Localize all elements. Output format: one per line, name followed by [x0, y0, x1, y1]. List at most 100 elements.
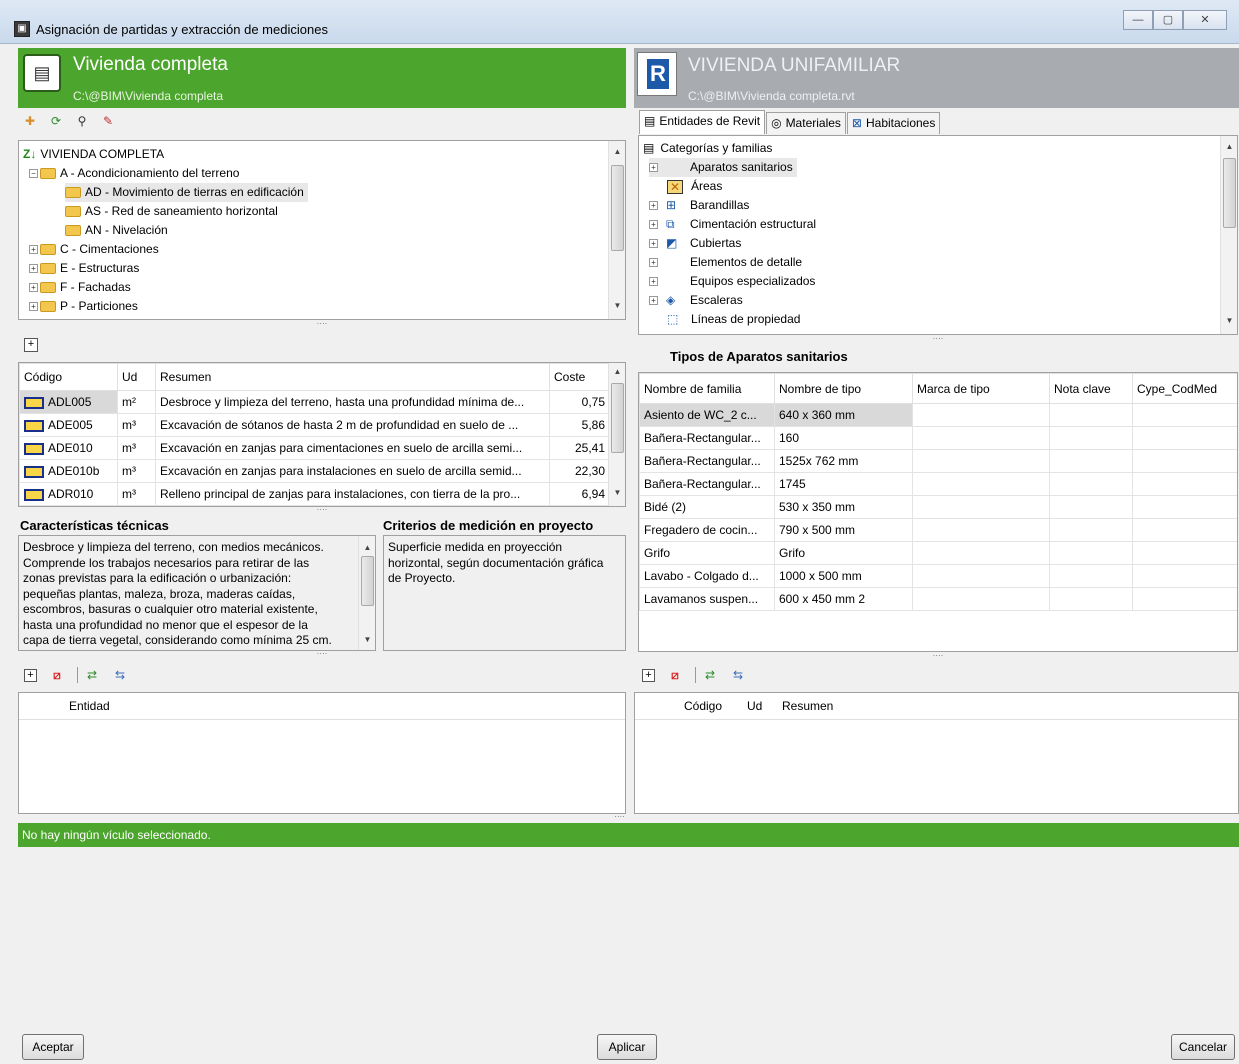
tree-item[interactable]: + ◈ Escaleras — [649, 291, 743, 310]
tree-scrollbar[interactable]: ▲ ▼ — [608, 141, 625, 319]
window-title: Asignación de partidas y extracción de m… — [36, 22, 328, 37]
tech-scrollbar[interactable]: ▲ ▼ — [358, 536, 375, 650]
refresh-icon[interactable]: ⟳ — [48, 113, 64, 129]
table-row[interactable]: Fregadero de cocin... 790 x 500 mm — [639, 518, 1237, 542]
link-view-icon[interactable]: ⇆ — [730, 667, 746, 683]
table-row[interactable]: ADE005 m³ Excavación de sótanos de hasta… — [19, 413, 610, 437]
tab-habitaciones[interactable]: ⊠ Habitaciones — [846, 112, 941, 134]
clear-icon[interactable]: ✎ — [100, 113, 116, 129]
col-coste[interactable]: Coste — [549, 363, 610, 391]
tree-item[interactable]: + E - Estructuras — [29, 259, 139, 278]
table-row[interactable]: Bañera-Rectangular... 1525x 762 mm — [639, 449, 1237, 473]
tree-item-selected[interactable]: + Aparatos sanitarios — [649, 158, 797, 177]
property-line-icon: ⬚ — [667, 312, 679, 326]
revit-tree-scrollbar[interactable]: ▲ ▼ — [1220, 136, 1237, 334]
expand-icon: + — [29, 245, 38, 255]
tree-item[interactable]: + Elementos de detalle — [649, 253, 802, 272]
cancel-button[interactable]: Cancelar — [1171, 1034, 1235, 1060]
tree-item[interactable]: + ⧉ Cimentación estructural — [649, 215, 816, 234]
tree-item[interactable]: − A - Acondicionamiento del terreno — [29, 164, 239, 183]
tree-item-selected[interactable]: AD - Movimiento de tierras en edificació… — [65, 183, 308, 202]
col-keynote[interactable]: Nota clave — [1049, 373, 1133, 404]
tree-root[interactable]: Z↓ VIVIENDA COMPLETA — [23, 145, 164, 164]
expand-all-icon[interactable]: + — [24, 338, 38, 352]
minimize-button[interactable]: — — [1123, 10, 1153, 30]
table-row[interactable]: Bañera-Rectangular... 1745 — [639, 472, 1237, 496]
splitter[interactable]: ···· — [638, 652, 1238, 660]
col-ud[interactable]: Ud — [117, 363, 156, 391]
stairs-icon: ◈ — [666, 293, 676, 307]
tree-item[interactable]: + P - Particiones — [29, 297, 138, 316]
item-icon — [24, 465, 44, 478]
tree-item[interactable]: + Equipos especializados — [649, 272, 815, 291]
table-row[interactable]: Lavabo - Colgado d... 1000 x 500 mm — [639, 564, 1237, 588]
expand-icon: + — [29, 302, 38, 312]
add-icon[interactable]: + — [24, 668, 37, 682]
col-codigo[interactable]: Código — [19, 363, 118, 391]
chapters-tree: Z↓ VIVIENDA COMPLETA − A - Acondicionamien… — [18, 140, 626, 320]
tech-text: Desbroce y limpieza del terreno, con med… — [18, 535, 376, 651]
col-ud[interactable]: Ud — [747, 699, 762, 713]
table-row[interactable]: Asiento de WC_2 c... 640 x 360 mm — [639, 403, 1237, 427]
table-row[interactable]: ADR010 m³ Relleno principal de zanjas pa… — [19, 482, 610, 506]
tree-item[interactable]: + C - Cimentaciones — [29, 240, 159, 259]
link-view-icon[interactable]: ⇆ — [112, 667, 128, 683]
col-type[interactable]: Nombre de tipo — [774, 373, 913, 404]
tree-item[interactable]: ✕ Áreas — [667, 177, 722, 196]
close-button[interactable]: ✕ — [1183, 10, 1227, 30]
col-resumen[interactable]: Resumen — [155, 363, 550, 391]
delete-icon[interactable]: ⧄ — [49, 667, 65, 683]
table-row[interactable]: Grifo Grifo — [639, 541, 1237, 565]
project-title: Vivienda completa — [73, 54, 228, 75]
table-row[interactable]: ADL005 m² Desbroce y limpieza del terren… — [19, 390, 610, 414]
col-codmed[interactable]: Cype_CodMed — [1132, 373, 1237, 404]
splitter[interactable]: ···· — [0, 813, 1239, 821]
splitter[interactable]: ···· — [638, 335, 1238, 343]
tab-materiales[interactable]: ◎ Materiales — [766, 112, 846, 134]
tree-item[interactable]: + ◩ Cubiertas — [649, 234, 741, 253]
types-table-panel: Nombre de familia Nombre de tipo Marca d… — [638, 372, 1238, 652]
link-add-icon[interactable]: ⇄ — [84, 667, 100, 683]
criteria-title: Criterios de medición en proyecto — [383, 518, 594, 533]
table-header: Nombre de familia Nombre de tipo Marca d… — [639, 373, 1237, 404]
revit-icon: R — [637, 52, 677, 96]
apply-button[interactable]: Aplicar — [597, 1034, 657, 1060]
folder-icon — [65, 206, 81, 218]
splitter[interactable]: ···· — [18, 506, 626, 514]
new-folder-icon[interactable]: ✚ — [22, 113, 38, 129]
col-codigo[interactable]: Código — [684, 699, 722, 713]
accept-button[interactable]: Aceptar — [22, 1034, 84, 1060]
expand-icon: + — [29, 264, 38, 274]
expand-icon: + — [649, 201, 658, 211]
folder-icon — [40, 301, 56, 313]
add-icon[interactable]: + — [642, 668, 655, 682]
expand-icon: + — [649, 163, 658, 173]
tree-item[interactable]: + F - Fachadas — [29, 278, 131, 297]
model-path: C:\@BIM\Vivienda completa.rvt — [688, 89, 855, 103]
table-row[interactable]: Bidé (2) 530 x 350 mm — [639, 495, 1237, 519]
tree-item[interactable]: ⬚ Líneas de propiedad — [667, 310, 800, 329]
tree-item[interactable]: AS - Red de saneamiento horizontal — [65, 202, 278, 221]
tree-item[interactable]: AN - Nivelación — [65, 221, 168, 240]
splitter[interactable]: ···· — [18, 650, 626, 658]
expand-icon: + — [649, 239, 658, 249]
col-family[interactable]: Nombre de familia — [639, 373, 775, 404]
col-resumen[interactable]: Resumen — [782, 699, 833, 713]
binoculars-icon[interactable]: ⚲ — [74, 113, 90, 129]
maximize-button[interactable]: ▢ — [1153, 10, 1183, 30]
foundation-icon: ⧉ — [666, 217, 675, 231]
tab-entidades[interactable]: ▤ Entidades de Revit — [639, 110, 766, 134]
splitter[interactable]: ···· — [18, 320, 626, 328]
delete-icon[interactable]: ⧄ — [667, 667, 683, 683]
col-type-mark[interactable]: Marca de tipo — [912, 373, 1050, 404]
table-row[interactable]: Bañera-Rectangular... 160 — [639, 426, 1237, 450]
tree-root[interactable]: ▤ Categorías y familias — [643, 139, 772, 158]
col-entidad[interactable]: Entidad — [69, 699, 110, 713]
link-add-icon[interactable]: ⇄ — [702, 667, 718, 683]
table-row[interactable]: ADE010 m³ Excavación en zanjas para cime… — [19, 436, 610, 460]
sort-icon: Z↓ — [23, 147, 37, 161]
table-scrollbar[interactable]: ▲ ▼ — [608, 363, 625, 506]
tree-item[interactable]: + ⊞ Barandillas — [649, 196, 749, 215]
table-row[interactable]: Lavamanos suspen... 600 x 450 mm 2 — [639, 587, 1237, 611]
table-row[interactable]: ADE010b m³ Excavación en zanjas para ins… — [19, 459, 610, 483]
